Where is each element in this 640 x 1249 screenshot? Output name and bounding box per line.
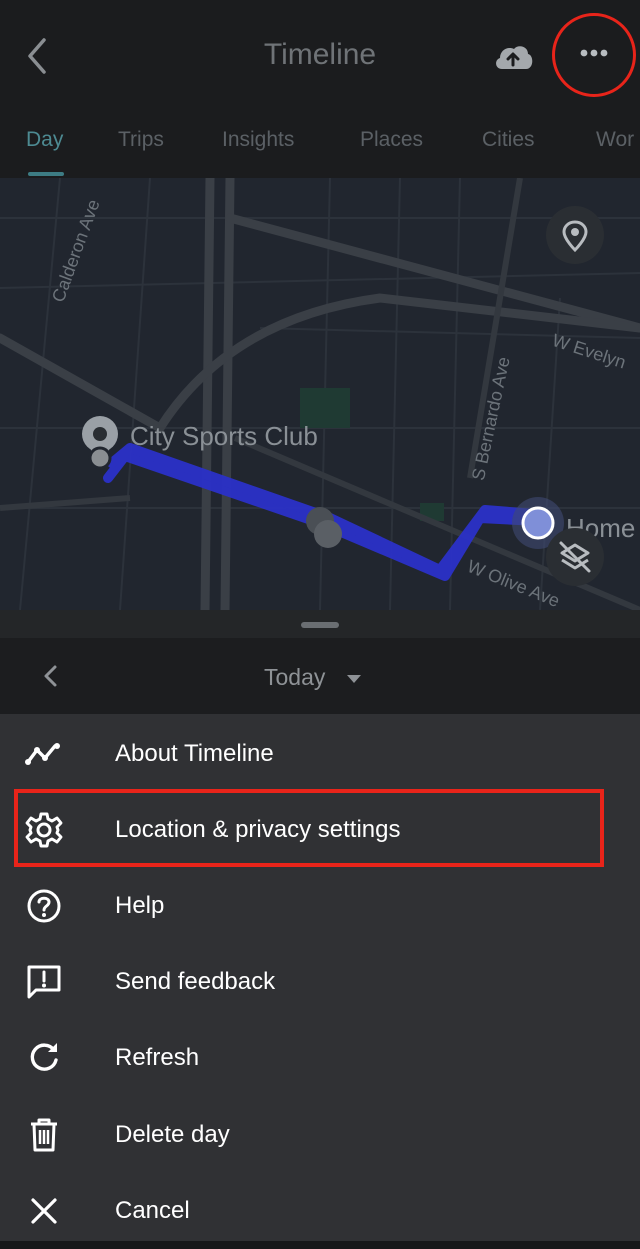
active-tab-indicator [28, 172, 64, 176]
previous-day-button[interactable] [36, 660, 66, 692]
tab-places[interactable]: Places [360, 128, 423, 152]
menu-item-help[interactable]: Help [0, 868, 640, 944]
tab-world[interactable]: Wor [596, 128, 634, 152]
menu-item-delete-day[interactable]: Delete day [0, 1097, 640, 1173]
menu-item-send-feedback[interactable]: Send feedback [0, 944, 640, 1020]
chevron-left-icon [44, 665, 57, 687]
menu-item-label: Cancel [115, 1197, 190, 1224]
location-button[interactable] [546, 206, 604, 264]
map-view[interactable]: City Sports Club Home Calderon Ave S Ber… [0, 178, 640, 610]
tab-bar: Day Trips Insights Places Cities Wor [0, 112, 640, 178]
tab-trips[interactable]: Trips [118, 128, 164, 152]
page-title: Timeline [263, 38, 377, 71]
location-pin-icon [562, 220, 588, 253]
highlight-box [14, 789, 604, 867]
date-selector: Today [0, 638, 640, 714]
tab-cities[interactable]: Cities [482, 128, 535, 152]
cloud-upload-icon [496, 46, 533, 69]
menu-item-label: Send feedback [115, 968, 276, 995]
menu-item-label: Help [115, 892, 165, 919]
menu-item-about-timeline[interactable]: About Timeline [0, 716, 640, 792]
date-label[interactable]: Today [264, 664, 325, 691]
more-options-button[interactable] [552, 13, 636, 97]
app-header: Timeline [0, 0, 640, 112]
close-icon [31, 1198, 57, 1224]
menu-item-label: Refresh [115, 1044, 200, 1071]
help-circle-icon [27, 889, 61, 923]
bottom-sheet: Today About Timeline Location & privacy … [0, 610, 640, 1241]
menu-item-label: About Timeline [115, 740, 274, 767]
tab-day[interactable]: Day [26, 128, 63, 152]
menu-item-refresh[interactable]: Refresh [0, 1020, 640, 1096]
drag-handle[interactable] [301, 622, 339, 628]
layers-off-icon [559, 541, 591, 573]
menu-item-cancel[interactable]: Cancel [0, 1173, 640, 1249]
tab-insights[interactable]: Insights [222, 128, 294, 152]
layers-toggle-button[interactable] [546, 528, 604, 586]
place-label-start: City Sports Club [130, 421, 318, 451]
refresh-icon [30, 1043, 58, 1071]
more-horizontal-icon [580, 49, 608, 57]
cloud-upload-button[interactable] [492, 40, 534, 74]
caret-down-icon[interactable] [346, 674, 362, 684]
feedback-icon [27, 965, 61, 999]
timeline-icon [25, 743, 60, 765]
trash-icon [31, 1118, 57, 1152]
menu-item-label: Delete day [115, 1121, 230, 1148]
map-canvas [0, 178, 640, 610]
